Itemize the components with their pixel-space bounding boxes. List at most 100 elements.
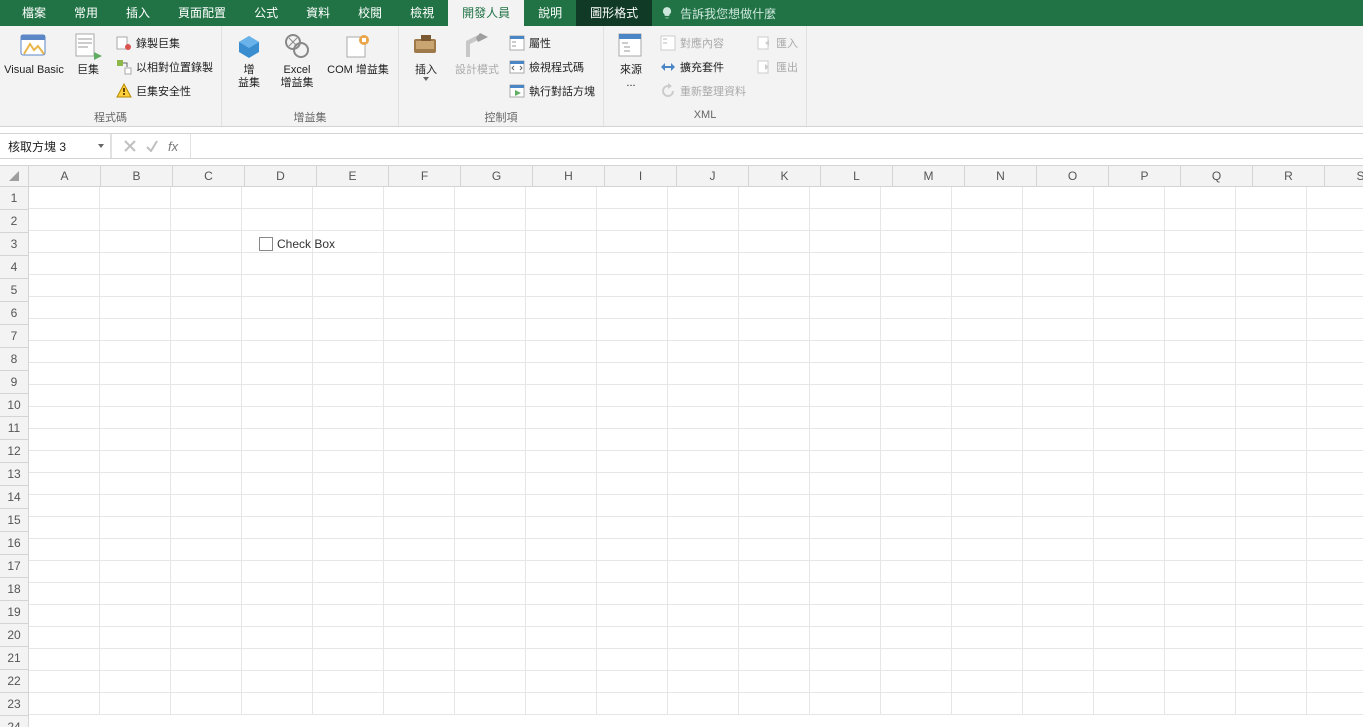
cell[interactable] <box>668 627 739 649</box>
cell[interactable] <box>739 583 810 605</box>
cell[interactable] <box>1094 341 1165 363</box>
cell[interactable] <box>29 209 100 231</box>
cell[interactable] <box>1023 627 1094 649</box>
cell[interactable] <box>597 583 668 605</box>
tell-me[interactable]: 告訴我您想做什麼 <box>652 5 784 22</box>
cell[interactable] <box>171 385 242 407</box>
cell[interactable] <box>1094 253 1165 275</box>
cell[interactable] <box>242 429 313 451</box>
cell[interactable] <box>29 649 100 671</box>
cell[interactable] <box>1023 649 1094 671</box>
cell[interactable] <box>526 517 597 539</box>
cell[interactable] <box>739 627 810 649</box>
cell[interactable] <box>881 209 952 231</box>
cell[interactable] <box>1165 385 1236 407</box>
cell[interactable] <box>739 297 810 319</box>
cell[interactable] <box>242 473 313 495</box>
row-header[interactable]: 18 <box>0 578 28 601</box>
cell[interactable] <box>384 473 455 495</box>
cell[interactable] <box>1165 319 1236 341</box>
design-mode-button[interactable]: 設計模式 <box>451 28 503 79</box>
cell[interactable] <box>739 561 810 583</box>
cell[interactable] <box>1236 693 1307 715</box>
cell[interactable] <box>668 649 739 671</box>
cell[interactable] <box>171 363 242 385</box>
row-header[interactable]: 19 <box>0 601 28 624</box>
cell[interactable] <box>1165 649 1236 671</box>
cell[interactable] <box>1236 605 1307 627</box>
cell[interactable] <box>952 429 1023 451</box>
cell[interactable] <box>29 495 100 517</box>
row-header[interactable]: 6 <box>0 302 28 325</box>
cell[interactable] <box>455 693 526 715</box>
cell[interactable] <box>242 583 313 605</box>
cell[interactable] <box>100 671 171 693</box>
cell[interactable] <box>100 539 171 561</box>
cell[interactable] <box>1023 363 1094 385</box>
cell[interactable] <box>171 319 242 341</box>
cell[interactable] <box>668 671 739 693</box>
cell[interactable] <box>1307 605 1363 627</box>
cell[interactable] <box>1236 275 1307 297</box>
cell[interactable] <box>1023 407 1094 429</box>
cell[interactable] <box>384 517 455 539</box>
cell[interactable] <box>171 451 242 473</box>
cell[interactable] <box>384 319 455 341</box>
cell[interactable] <box>242 209 313 231</box>
cell[interactable] <box>1307 451 1363 473</box>
cell[interactable] <box>739 231 810 253</box>
cell[interactable] <box>1165 297 1236 319</box>
cell[interactable] <box>952 539 1023 561</box>
cell[interactable] <box>526 561 597 583</box>
cell[interactable] <box>29 187 100 209</box>
cell[interactable] <box>384 649 455 671</box>
cell[interactable] <box>739 539 810 561</box>
cell[interactable] <box>1307 429 1363 451</box>
cell[interactable] <box>526 583 597 605</box>
cell[interactable] <box>242 451 313 473</box>
cell[interactable] <box>313 363 384 385</box>
cell[interactable] <box>100 429 171 451</box>
cell[interactable] <box>1023 429 1094 451</box>
cell[interactable] <box>597 649 668 671</box>
cell[interactable] <box>100 495 171 517</box>
cell[interactable] <box>29 275 100 297</box>
cell[interactable] <box>1236 363 1307 385</box>
cell[interactable] <box>384 539 455 561</box>
column-header[interactable]: L <box>821 166 893 186</box>
cell[interactable] <box>1236 517 1307 539</box>
cell[interactable] <box>455 275 526 297</box>
cell[interactable] <box>313 429 384 451</box>
cell[interactable] <box>810 385 881 407</box>
cell[interactable] <box>1023 451 1094 473</box>
cell[interactable] <box>313 407 384 429</box>
cell[interactable] <box>384 671 455 693</box>
cell[interactable] <box>1094 693 1165 715</box>
cell[interactable] <box>313 209 384 231</box>
cell[interactable] <box>739 649 810 671</box>
cell[interactable] <box>952 561 1023 583</box>
cell[interactable] <box>313 341 384 363</box>
cell[interactable] <box>1094 451 1165 473</box>
cell[interactable] <box>810 517 881 539</box>
cell[interactable] <box>526 627 597 649</box>
excel-addins-button[interactable]: Excel 增益集 <box>274 28 320 92</box>
cell[interactable] <box>597 671 668 693</box>
cell[interactable] <box>739 275 810 297</box>
cell[interactable] <box>100 187 171 209</box>
cell[interactable] <box>1023 495 1094 517</box>
cell[interactable] <box>384 363 455 385</box>
cell[interactable] <box>952 209 1023 231</box>
cell[interactable] <box>384 385 455 407</box>
cell[interactable] <box>171 341 242 363</box>
cell[interactable] <box>29 231 100 253</box>
cell[interactable] <box>29 561 100 583</box>
cell[interactable] <box>242 319 313 341</box>
cell[interactable] <box>1094 517 1165 539</box>
column-header[interactable]: I <box>605 166 677 186</box>
cell[interactable] <box>171 275 242 297</box>
cell[interactable] <box>1236 209 1307 231</box>
cell[interactable] <box>810 671 881 693</box>
cell[interactable] <box>810 583 881 605</box>
cell[interactable] <box>952 627 1023 649</box>
